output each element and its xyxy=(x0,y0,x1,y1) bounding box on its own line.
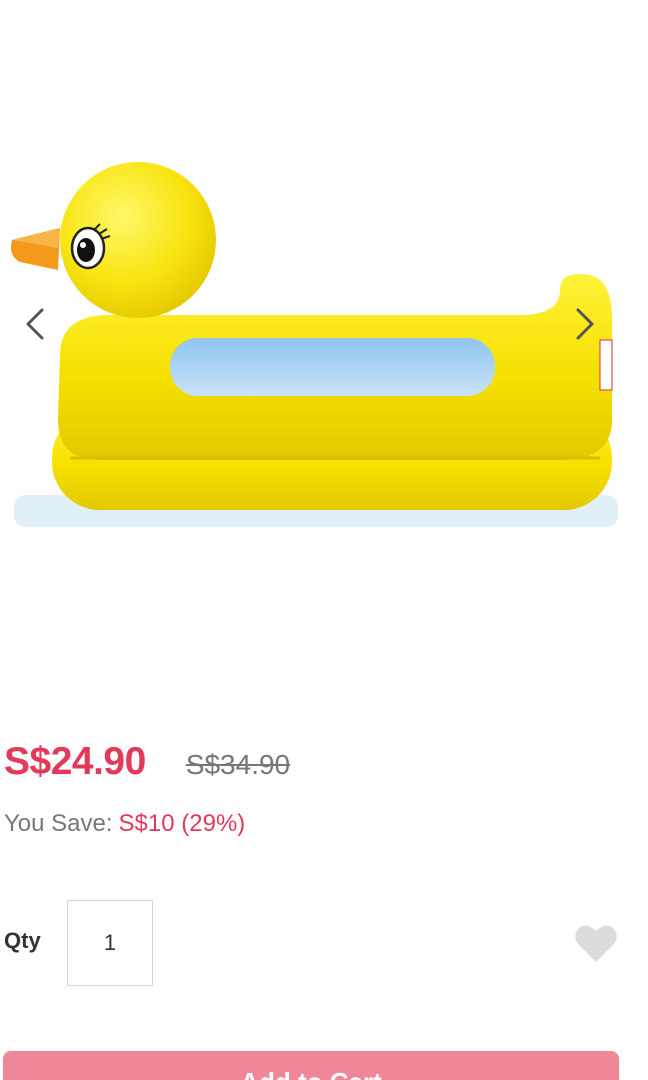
savings-row: You Save: S$10 (29%) xyxy=(4,810,245,838)
savings-label: You Save: xyxy=(4,810,113,837)
savings-value: S$10 (29%) xyxy=(118,810,246,837)
price-row: S$24.90 S$34.90 xyxy=(4,740,290,796)
chevron-left-icon[interactable] xyxy=(18,306,54,342)
product-page: S$24.90 S$34.90 You Save: S$10 (29%) Qty … xyxy=(0,0,648,1080)
quantity-label: Qty xyxy=(4,928,41,953)
heart-icon[interactable] xyxy=(574,922,618,964)
original-price: S$34.90 xyxy=(185,749,291,780)
add-to-cart-button[interactable]: Add to Cart xyxy=(3,1051,619,1080)
chevron-right-icon[interactable] xyxy=(566,306,602,342)
current-price: S$24.90 xyxy=(4,740,146,783)
product-gallery[interactable] xyxy=(0,0,648,640)
product-image xyxy=(11,162,618,527)
quantity-input[interactable] xyxy=(67,900,153,986)
